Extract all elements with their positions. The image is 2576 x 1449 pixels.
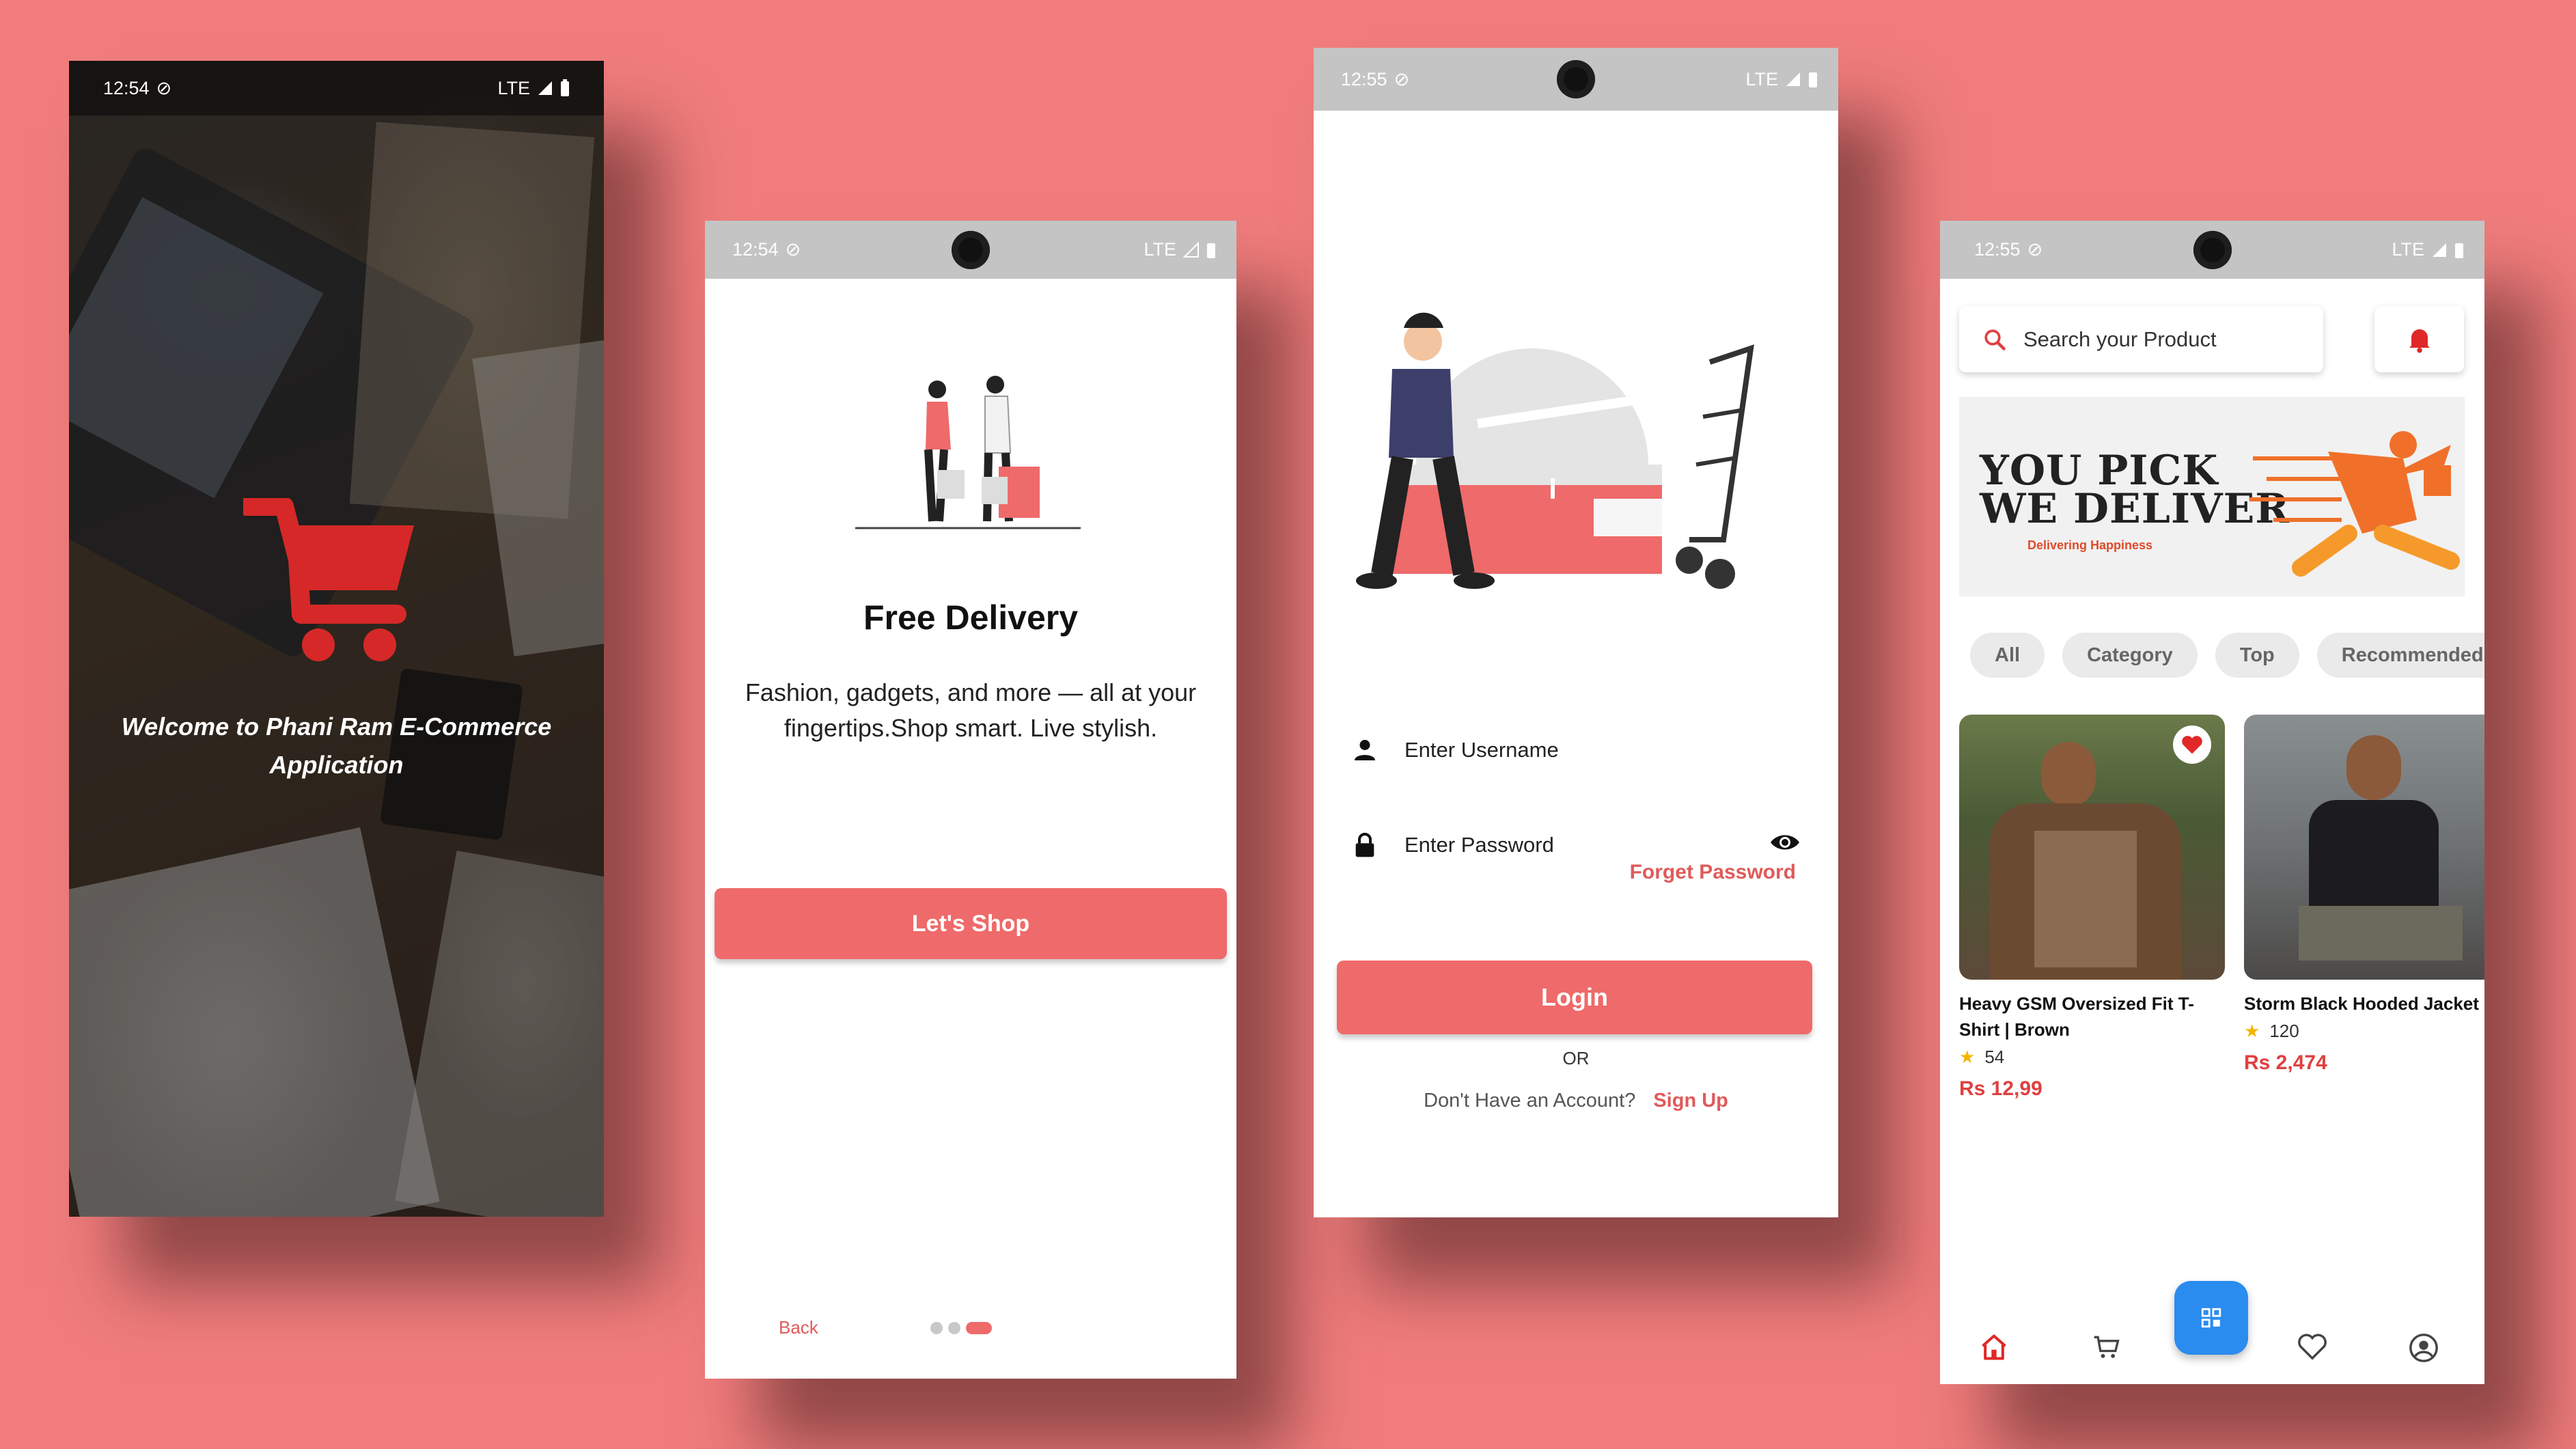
promo-banner[interactable]: YOU PICK WE DELIVER Delivering Happiness [1959,397,2465,596]
nav-cart[interactable] [2090,1332,2123,1362]
or-divider: OR [1562,1048,1590,1068]
signal-icon [538,81,552,95]
banner-line2: WE DELIVER [1980,485,2290,533]
star-icon: ★ [1959,1047,1976,1067]
nav-home[interactable] [1978,1332,2010,1362]
cart-icon [2094,1336,2120,1358]
product-rating: 120 [2269,1021,2299,1041]
status-bar: 12:55 ⊘ LTE [1314,48,1838,111]
search-input[interactable]: Search your Product [1959,306,2323,372]
back-button[interactable]: Back [779,1317,818,1338]
product-rating: 54 [1984,1047,2005,1067]
search-placeholder: Search your Product [2023,327,2217,351]
nav-profile[interactable] [2408,1332,2439,1364]
product-image [1959,715,2225,980]
battery-icon [1809,72,1817,87]
product-name: Storm Black Hooded Jacket [2244,993,2479,1014]
page-dot [948,1322,960,1334]
shopping-cart-icon [243,498,414,661]
chip-top[interactable]: Top [2215,633,2299,678]
home-screen: 12:55 ⊘ LTE Search your Product YOU PICK W… [1940,221,2484,1384]
notification-button[interactable] [2374,306,2464,372]
alarm-icon: ⊘ [156,77,172,98]
splash-screen: 12:54 ⊘ LTE Welcome to Phani Ram E-Commer… [69,61,604,1217]
status-time: 12:54 [103,77,150,98]
camera-cutout [1557,60,1595,98]
bell-icon [2409,329,2430,353]
alarm-icon: ⊘ [2027,239,2043,260]
login-screen: 12:55 ⊘ LTE Enter Username Enter Password… [1314,48,1838,1217]
camera-cutout [2193,230,2232,269]
onboarding-screen: 12:54 ⊘ LTE Free Delivery Fashion, gadget… [705,221,1236,1379]
page-indicator [930,1322,992,1334]
signal-icon [1183,241,1199,258]
profile-icon [2409,1334,2438,1362]
username-placeholder: Enter Username [1404,738,1559,762]
battery-icon [561,79,569,96]
page-dot-active [966,1322,992,1334]
password-placeholder: Enter Password [1404,833,1554,857]
status-time: 12:54 [732,239,779,260]
delivery-illustration [1356,312,1754,589]
network-label: LTE [2392,239,2424,260]
no-account-text: Don't Have an Account? [1424,1090,1636,1112]
password-field[interactable]: Enter Password [1351,831,1801,859]
banner-tagline: Delivering Happiness [2027,538,2153,552]
login-button[interactable]: Login [1337,961,1812,1034]
onboarding-title: Free Delivery [863,598,1079,637]
battery-icon [2455,243,2463,258]
home-icon [1982,1334,2006,1360]
bottom-nav [1940,1309,2484,1384]
page-dot [930,1322,943,1334]
status-bar: 12:54 ⊘ LTE [705,221,1236,279]
signal-icon [1786,72,1800,86]
forget-password-link[interactable]: Forget Password [1630,861,1796,884]
product-price: Rs 2,474 [2244,1051,2327,1074]
network-label: LTE [1144,239,1176,260]
chip-category[interactable]: Category [2062,633,2198,678]
signup-row: Don't Have an Account? Sign Up [1314,1090,1838,1112]
nav-wishlist[interactable] [2297,1332,2328,1361]
alarm-icon: ⊘ [785,239,801,260]
product-price: Rs 12,99 [1959,1077,2042,1100]
network-label: LTE [497,77,530,98]
product-name-line2: Shirt | Brown [1959,1019,2070,1040]
lets-shop-button[interactable]: Let's Shop [715,888,1227,959]
heart-filled-icon [2182,736,2202,754]
status-bar: 12:55 ⊘ LTE [1940,221,2484,279]
chip-recommended[interactable]: Recommended [2316,633,2484,678]
delivery-runner-illustration [2249,431,2460,577]
alarm-icon: ⊘ [1394,68,1410,89]
signup-link[interactable]: Sign Up [1653,1090,1728,1112]
network-label: LTE [1745,68,1778,89]
product-image [2244,715,2484,980]
favorite-button[interactable] [2173,726,2211,764]
chip-all[interactable]: All [1970,633,2045,678]
lock-icon [1355,833,1374,857]
signal-icon [2433,243,2446,257]
eye-icon[interactable] [1769,831,1801,853]
person-icon [1355,740,1375,760]
product-name: Heavy GSM Oversized Fit T- [1959,993,2194,1014]
camera-cutout [952,230,990,269]
banner-line1: YOU PICK [1980,447,2219,495]
status-bar: 12:54 ⊘ LTE [69,61,604,115]
status-time: 12:55 [1974,239,2021,260]
battery-icon [1207,243,1215,258]
heart-icon [2298,1334,2327,1360]
product-card[interactable]: Heavy GSM Oversized Fit T- Shirt | Brown … [1959,715,2225,1101]
shopping-people-illustration [855,376,1081,529]
status-time: 12:55 [1341,68,1387,89]
star-icon: ★ [2244,1021,2260,1041]
search-icon [1984,329,2006,350]
product-card[interactable]: Storm Black Hooded Jacket ★ 120 Rs 2,474 [2244,715,2484,1075]
username-field[interactable]: Enter Username [1351,738,1801,762]
welcome-text: Welcome to Phani Ram E-Commerce Applicat… [121,713,552,779]
filter-chips: All Category Top Recommended [1970,633,2484,678]
onboarding-description: Fashion, gadgets, and more — all at your… [745,678,1197,742]
